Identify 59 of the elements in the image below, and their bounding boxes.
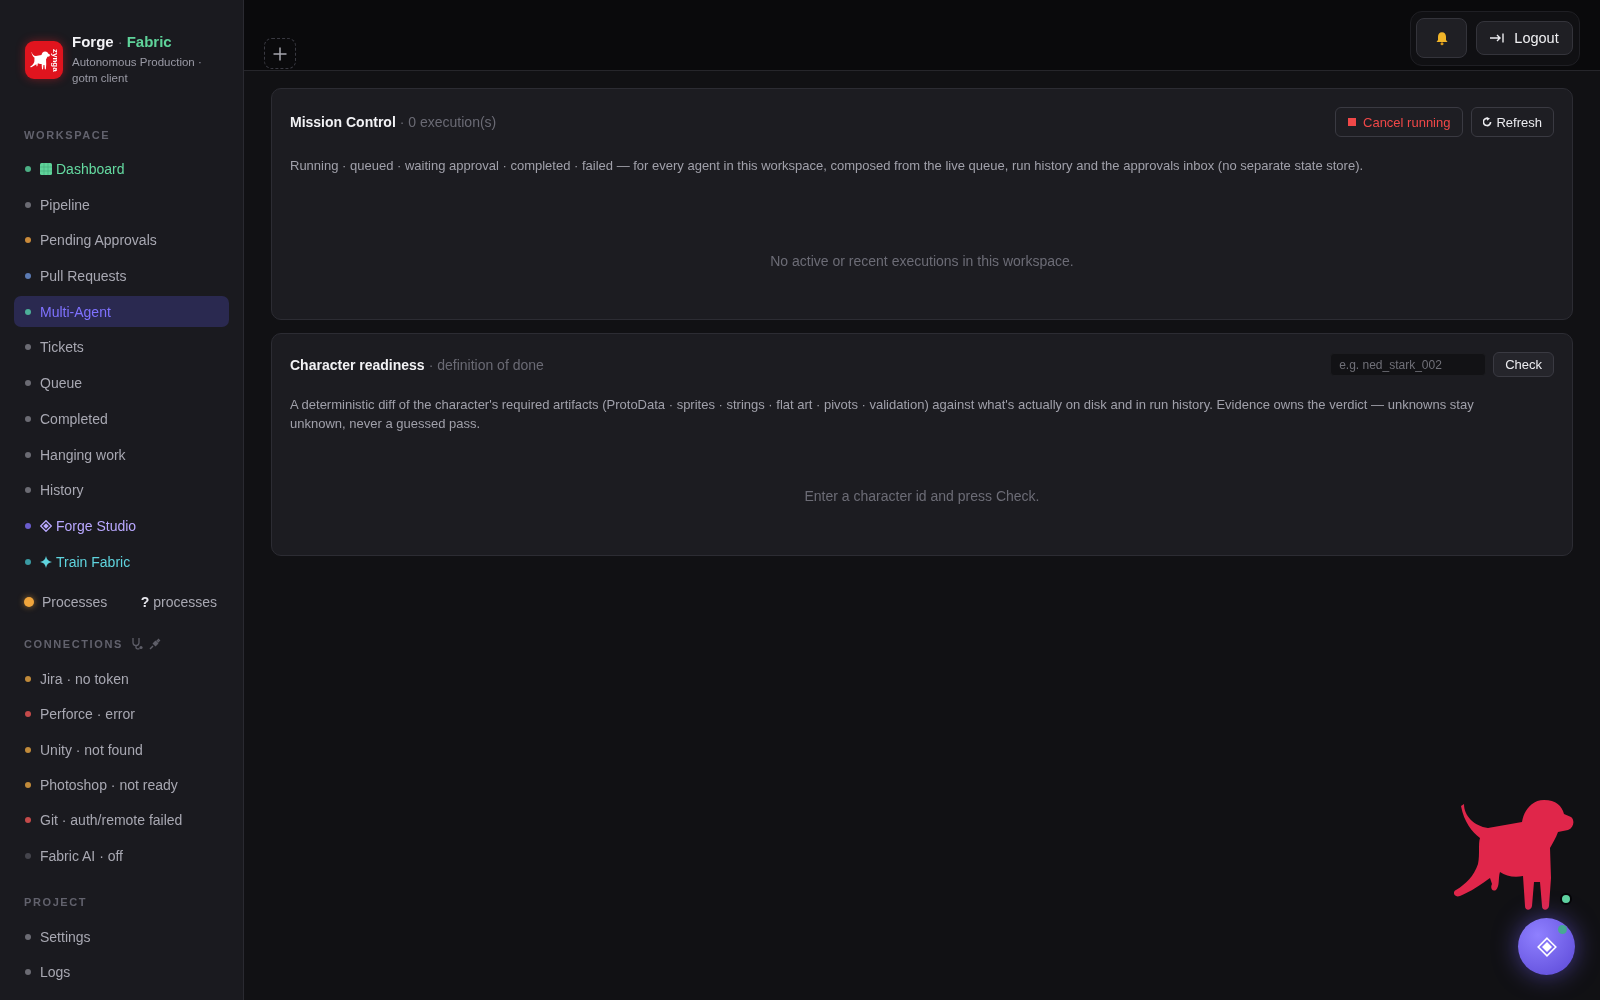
logout-button[interactable]: Logout xyxy=(1476,21,1573,55)
notifications-button[interactable] xyxy=(1416,18,1467,58)
empty-state-text: Enter a character id and press Check. xyxy=(803,487,1041,506)
panel-title: Mission Control xyxy=(290,114,396,130)
diamond-icon xyxy=(1536,936,1557,957)
nav-item[interactable]: Pipeline xyxy=(14,189,229,221)
connection-item[interactable]: Git · auth/remote failed xyxy=(14,804,229,836)
connection-item[interactable]: Jira · no token xyxy=(14,663,229,695)
dog-icon xyxy=(29,50,50,70)
nav-item[interactable]: Tickets xyxy=(14,331,229,363)
nav-item[interactable]: Dashboard xyxy=(14,153,229,185)
plug-icon xyxy=(148,637,162,651)
refresh-icon xyxy=(1483,117,1493,127)
nav-item[interactable]: Completed xyxy=(14,403,229,435)
nav-item[interactable]: Hanging work xyxy=(14,439,229,470)
connection-item[interactable]: Photoshop · not ready xyxy=(14,769,229,801)
nav-item[interactable]: Train Fabric xyxy=(14,546,229,578)
panel-title: Character readiness xyxy=(290,356,425,373)
nav-item[interactable]: History xyxy=(14,474,229,506)
panel-subtitle: · 0 execution(s) xyxy=(399,114,497,130)
empty-state-text: No active or recent executions in this workspace. xyxy=(769,252,1075,271)
logout-icon xyxy=(1490,33,1505,43)
logo-text: zynga xyxy=(50,48,59,72)
grid-square-icon xyxy=(40,163,52,175)
panel-description: A deterministic diff of the character's required artifacts (ProtoData · sprites · strings · flat art · pivots · validation) against what's actually on disk and in run history. Evidence owns the verdict — unknowns stay unknown, never a guessed pass. xyxy=(290,396,1475,433)
panel-subtitle: · definition of done xyxy=(428,356,544,373)
nav-item[interactable]: Pull Requests xyxy=(14,260,229,292)
processes-count: ? processes xyxy=(140,593,217,610)
connection-item[interactable]: Unity · not found xyxy=(14,734,229,766)
refresh-button[interactable]: Refresh xyxy=(1471,107,1554,137)
stop-icon xyxy=(1348,118,1356,126)
nav-item[interactable]: Multi-Agent xyxy=(14,296,229,328)
connection-item[interactable]: Fabric AI · off xyxy=(14,840,229,872)
section-heading: WORKSPACE xyxy=(23,128,112,142)
floating-action-button[interactable] xyxy=(1518,918,1575,975)
app-title: Forge · Fabric xyxy=(72,33,173,51)
character-id-field[interactable]: e.g. ned_stark_002 xyxy=(1330,353,1487,376)
status-dot-icon xyxy=(1560,893,1572,905)
stethoscope-icon xyxy=(130,637,143,651)
plus-icon xyxy=(273,46,287,61)
nav-item[interactable]: Logs xyxy=(14,956,229,988)
app-subtitle: Autonomous Production · gotm client xyxy=(72,55,203,86)
connection-item[interactable]: Perforce · error xyxy=(14,698,229,730)
processes-label: Processes xyxy=(42,593,108,610)
cancel-button[interactable]: Cancel running xyxy=(1335,107,1464,137)
section-heading: PROJECT xyxy=(23,894,89,909)
status-dot-icon xyxy=(24,596,34,607)
add-tab-button[interactable] xyxy=(264,38,296,69)
panel-description: Running · queued · waiting approval · completed · failed — for every agent in this workspace, composed from the live queue, run history and the approvals inbox (no separate state store). xyxy=(290,157,1365,175)
nav-item[interactable]: Queue xyxy=(14,367,229,399)
nav-item[interactable]: Settings xyxy=(14,921,229,953)
nav-item[interactable]: Pending Approvals xyxy=(14,224,229,256)
sparkle-icon xyxy=(40,555,52,568)
check-button[interactable]: Check xyxy=(1493,352,1554,377)
section-heading: CONNECTIONS xyxy=(23,636,124,651)
dot-icon xyxy=(1558,925,1567,934)
nav-item[interactable]: Forge Studio xyxy=(14,510,229,542)
bell-icon xyxy=(1434,30,1449,46)
diamond-icon xyxy=(40,519,52,532)
